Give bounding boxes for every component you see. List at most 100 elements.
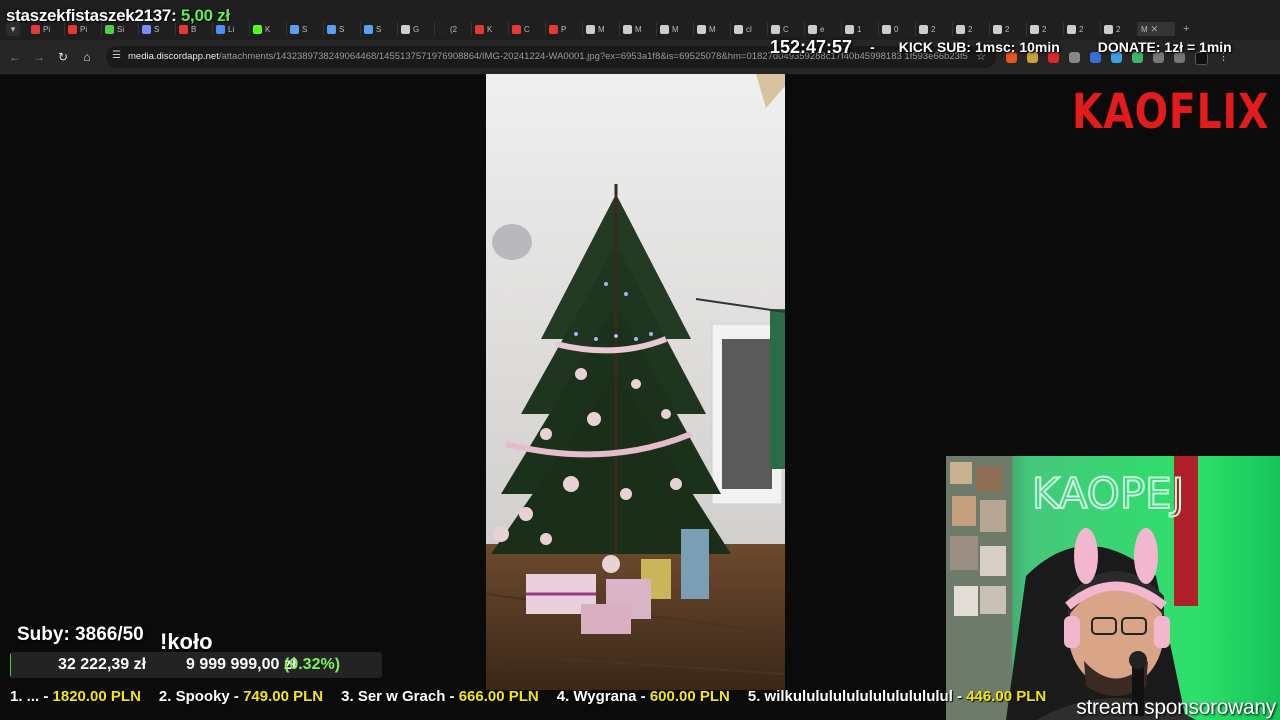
tab-title: M <box>672 24 679 34</box>
tab-favicon-icon <box>549 24 558 34</box>
tab-title: 0 <box>894 24 899 34</box>
tab-title: 2 <box>1116 24 1121 34</box>
tab-title: S <box>302 24 308 34</box>
browser-tab[interactable]: M <box>694 22 731 36</box>
tab-title: 2 <box>931 24 936 34</box>
ticker-amount: 749.00 PLN <box>243 688 324 705</box>
tab-favicon-icon <box>660 24 669 34</box>
browser-tab[interactable]: 2 <box>953 22 990 36</box>
kick-sub-rate: KICK SUB: 1msc: 10min <box>898 39 1060 55</box>
ticker-donor: 5. wilkulululululululululululul - <box>747 688 967 705</box>
tab-favicon-icon <box>1030 24 1039 34</box>
donation-amount: 5,00 zł <box>180 6 230 25</box>
ticker-entry: 2. Spooky - 749.00 PLN <box>159 688 323 710</box>
forward-icon[interactable]: → <box>32 50 46 64</box>
tab-title: (2 <box>450 24 458 34</box>
ticker-amount: 1820.00 PLN <box>52 688 141 705</box>
ticker-amount: 600.00 PLN <box>649 688 730 705</box>
goal-progress-fill <box>10 652 12 678</box>
browser-tab[interactable]: 2 <box>990 22 1027 36</box>
tab-favicon-icon <box>882 24 891 34</box>
goal-percent: (0.32%) <box>284 656 341 673</box>
site-info-icon[interactable]: ☰ <box>112 50 121 61</box>
tab-title: S <box>376 24 382 34</box>
tab-favicon-icon <box>845 24 854 34</box>
tab-favicon-icon <box>586 24 595 34</box>
christmas-tree-photo <box>486 74 785 690</box>
ticker-donor: 3. Ser w Grach - <box>341 688 459 705</box>
webcam-image: KAOPEJ <box>946 456 1280 720</box>
reload-icon[interactable]: ↻ <box>56 50 70 64</box>
tab-favicon-icon <box>475 24 484 34</box>
tab-favicon-icon <box>919 24 928 34</box>
browser-tab[interactable]: C <box>768 22 805 36</box>
browser-tab[interactable]: e <box>805 22 842 36</box>
tab-title: M <box>635 24 642 34</box>
back-icon[interactable]: ← <box>8 50 22 64</box>
browser-tab[interactable]: 1 <box>842 22 879 36</box>
tab-title: S <box>339 24 345 34</box>
tab-title: C <box>524 24 530 34</box>
webcam-feed: KAOPEJ stream sponsorowany <box>946 456 1280 720</box>
goal-target: 9 999 999,00 zł <box>186 656 297 673</box>
tab-favicon-icon <box>438 24 447 34</box>
tab-favicon-icon <box>771 24 780 34</box>
tab-favicon-icon <box>697 24 706 34</box>
tab-favicon-icon <box>956 24 965 34</box>
home-icon[interactable]: ⌂ <box>80 50 94 64</box>
tab-favicon-icon <box>512 24 521 34</box>
browser-tab[interactable]: M <box>583 22 620 36</box>
tab-title: 2 <box>968 24 973 34</box>
ticker-entry: 1. ... - 1820.00 PLN <box>10 688 141 710</box>
tab-title: 1 <box>857 24 862 34</box>
tab-favicon-icon <box>1067 24 1076 34</box>
browser-tab[interactable]: 0 <box>879 22 916 36</box>
ticker-donor: 2. Spooky - <box>158 688 244 705</box>
browser-tab[interactable]: S <box>361 22 398 36</box>
browser-tab[interactable]: S <box>324 22 361 36</box>
browser-tab[interactable]: G <box>398 22 435 36</box>
tab-favicon-icon <box>734 24 743 34</box>
top-donors-ticker: 1. ... - 1820.00 PLN 2. Spooky - 749.00 P… <box>0 688 1280 710</box>
tab-favicon-icon <box>290 24 299 34</box>
tab-title: M <box>709 24 716 34</box>
browser-tab[interactable]: C <box>509 22 546 36</box>
ticker-amount: 666.00 PLN <box>458 688 539 705</box>
tab-favicon-icon <box>808 24 817 34</box>
browser-tab[interactable]: 2 <box>1064 22 1101 36</box>
tab-title: K <box>265 24 271 34</box>
donor-name: staszekfistaszek2137: <box>6 6 177 25</box>
browser-tab[interactable]: 2 <box>1101 22 1138 36</box>
ticker-entry: 4. Wygrana - 600.00 PLN <box>557 688 730 710</box>
ticker-entry: 5. wilkulululululululululululul - 446.00… <box>748 688 1046 710</box>
browser-tab[interactable]: 2 <box>1027 22 1064 36</box>
close-tab-icon[interactable]: ✕ <box>1151 24 1159 35</box>
browser-tab[interactable]: S <box>287 22 324 36</box>
tab-title: 2 <box>1005 24 1010 34</box>
browser-tab[interactable]: K <box>250 22 287 36</box>
tab-favicon-icon <box>253 24 262 34</box>
tab-favicon-icon <box>1104 24 1113 34</box>
browser-tab[interactable]: (2 <box>435 22 472 36</box>
subathon-timer-overlay: 152:47:57 - KICK SUB: 1msc: 10min DONATE… <box>770 36 1232 58</box>
browser-tab[interactable]: K <box>472 22 509 36</box>
browser-tab[interactable]: 2 <box>916 22 953 36</box>
tab-title: K <box>487 24 493 34</box>
tab-title: P <box>561 24 567 34</box>
browser-tab[interactable]: M <box>620 22 657 36</box>
channel-logo: KAOFLIX <box>1072 84 1270 140</box>
browser-tab[interactable]: P <box>546 22 583 36</box>
donation-alert: staszekfistaszek2137: 5,00 zł <box>6 6 230 26</box>
browser-tab[interactable]: cl <box>731 22 768 36</box>
ticker-donor: 4. Wygrana - <box>556 688 650 705</box>
tab-title: M <box>598 24 605 34</box>
sub-counter: Suby: 3866/50 <box>17 624 144 645</box>
new-tab-icon[interactable]: + <box>1183 22 1189 36</box>
goal-current: 32 222,39 zł <box>58 656 147 673</box>
browser-tab[interactable]: M <box>657 22 694 36</box>
tab-favicon-icon <box>364 24 373 34</box>
donate-rate: DONATE: 1zł = 1min <box>1097 39 1232 55</box>
tab-favicon-icon <box>623 24 632 34</box>
active-browser-tab[interactable]: M ✕ <box>1138 22 1175 36</box>
ticker-entry: 3. Ser w Grach - 666.00 PLN <box>341 688 539 710</box>
